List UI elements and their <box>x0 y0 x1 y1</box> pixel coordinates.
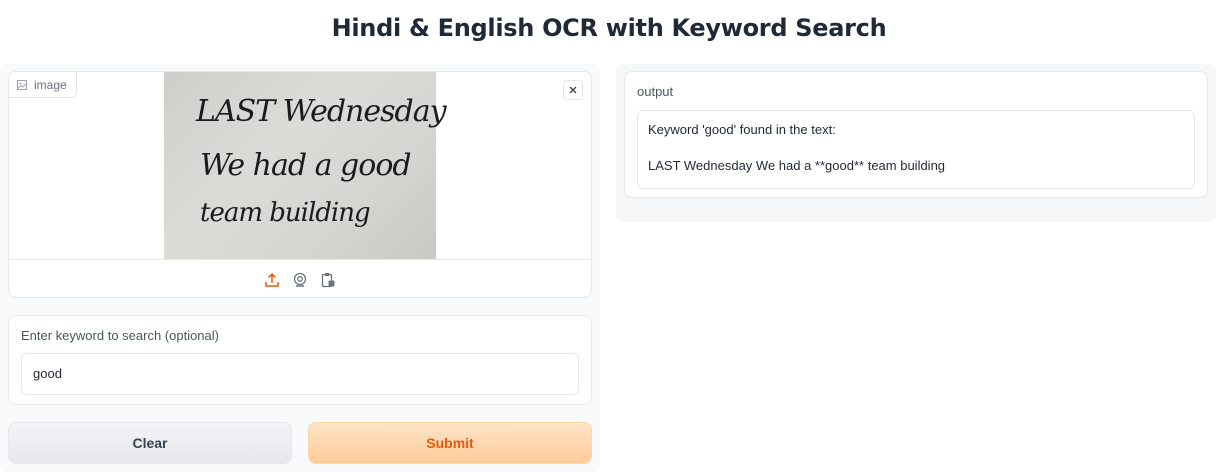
output-textbox[interactable]: Keyword 'good' found in the text: LAST W… <box>637 110 1195 189</box>
close-icon[interactable] <box>563 80 583 100</box>
handwriting-line: team building <box>200 198 371 228</box>
image-label-text: image <box>34 77 67 92</box>
page-title: Hindi & English OCR with Keyword Search <box>331 14 887 42</box>
image-label: image <box>9 72 77 98</box>
input-panel: image LAST Wednesday We had a good team … <box>0 64 600 472</box>
uploaded-image: LAST Wednesday We had a good team buildi… <box>164 72 447 259</box>
output-label: output <box>637 84 674 99</box>
output-panel: output Keyword 'good' found in the text:… <box>616 64 1216 222</box>
keyword-field: Enter keyword to search (optional) good <box>8 315 592 405</box>
handwriting-line: We had a good <box>200 148 412 183</box>
image-source-toolbar <box>9 259 591 297</box>
submit-button[interactable]: Submit <box>308 422 592 464</box>
handwriting-line: LAST Wednesday <box>196 94 447 129</box>
upload-icon[interactable] <box>263 271 281 289</box>
keyword-input[interactable]: good <box>21 353 579 395</box>
keyword-label: Enter keyword to search (optional) <box>21 328 219 343</box>
image-input[interactable]: image LAST Wednesday We had a good team … <box>8 71 592 298</box>
image-icon <box>17 79 27 90</box>
clipboard-icon[interactable] <box>319 271 337 289</box>
clear-button[interactable]: Clear <box>8 422 292 464</box>
output-field: output Keyword 'good' found in the text:… <box>624 71 1208 198</box>
webcam-icon[interactable] <box>291 271 309 289</box>
